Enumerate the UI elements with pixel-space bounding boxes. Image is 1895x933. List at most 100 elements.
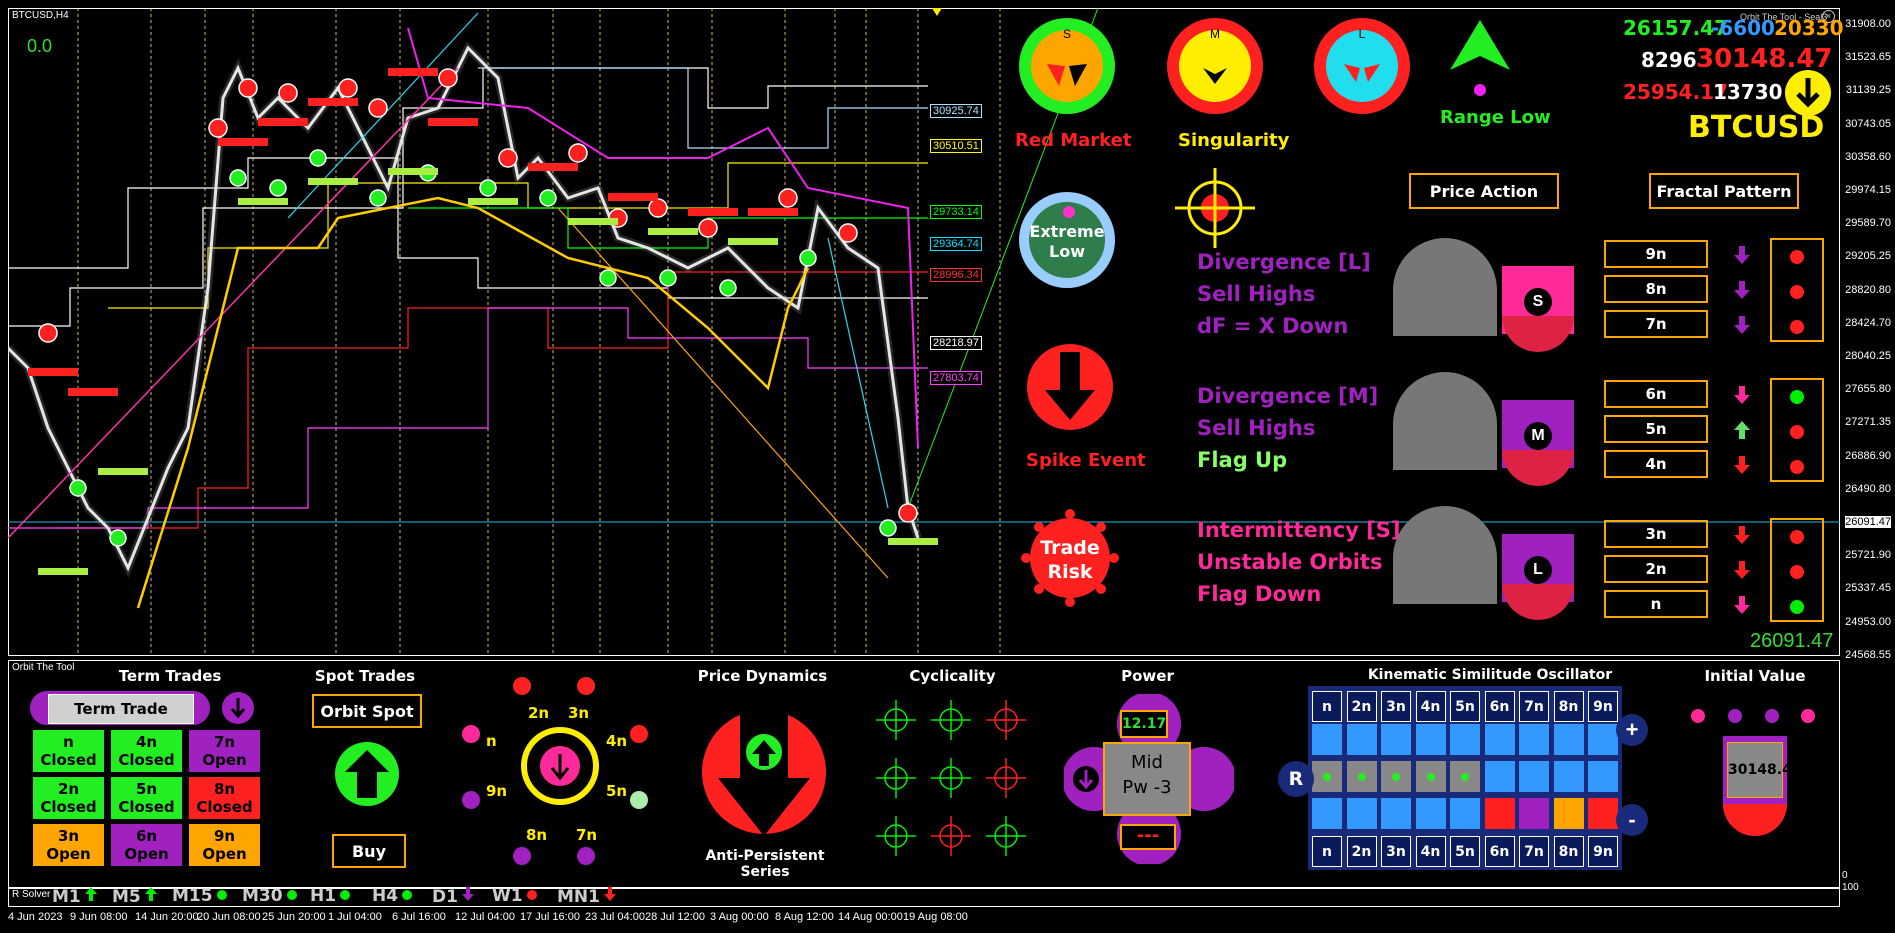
range-low-label: Range Low [1440,107,1551,128]
term-trade-tile[interactable]: n Closed [32,729,105,773]
signal-dot [1790,565,1804,579]
signal-dot [1790,425,1804,439]
term-trade-hold-button[interactable]: Term Trade [Hold] [48,694,194,746]
term-trade-tile[interactable]: 4n Closed [110,729,183,773]
kso-header-cell: 3n [1381,836,1411,867]
n-level-box[interactable]: 6n [1604,380,1708,408]
term-trade-tile[interactable]: 7n Open [188,729,261,773]
buy-marker [719,279,737,297]
kso-header-cell: 6n [1484,691,1515,722]
resistance-bar [608,193,658,201]
price-level-tag: 29364.74 [930,237,982,251]
timeframe-h4[interactable]: H4 [372,886,413,906]
sell-marker [38,323,58,343]
timeframe-m15[interactable]: M15 [172,886,228,906]
price-level-tag: 30510.51 [930,139,982,153]
price-axis-label: 26490.80 [1845,482,1891,495]
down-arrow-icon [1732,314,1752,341]
price-axis-label: 25721.90 [1845,549,1891,562]
date-axis-label: 6 Jul 16:00 [392,911,446,923]
timeframe-h1[interactable]: H1 [310,886,351,906]
timeframe-w1[interactable]: W1 [492,886,538,906]
kso-plus-button[interactable]: + [1616,714,1648,746]
sell-marker [278,83,298,103]
sub-panel-title: Orbit The Tool [12,662,75,673]
signal-dot [1790,600,1804,614]
orbit-spot-button[interactable]: Orbit Spot [312,694,422,728]
term-trade-tile[interactable]: 5n Closed [110,776,183,820]
term-trade-tile[interactable]: 9n Open [188,823,261,867]
n-level-box[interactable]: 7n [1604,310,1708,338]
kso-cell [1588,798,1618,829]
price-level-tag: 28996.34 [930,268,982,282]
buy-marker [229,169,247,187]
date-axis-label: 23 Jul 04:00 [585,911,645,923]
divergence-text: Unstable Orbits [1197,550,1383,574]
kso-cell [1519,798,1549,829]
spike-event-label: Spike Event [1026,450,1146,471]
up-arrow-icon [84,887,98,907]
term-trade-tile[interactable]: 3n Open [32,823,105,867]
buy-up-arrow-icon[interactable] [335,742,399,806]
kso-cell [1484,724,1515,755]
timeframe-m5[interactable]: M5 [112,886,158,907]
price-axis-label: 28424.70 [1845,316,1891,329]
n-level-box[interactable]: 3n [1604,520,1708,548]
buy-marker [539,189,557,207]
n-level-box[interactable]: 5n [1604,415,1708,443]
date-axis-label: 17 Jul 16:00 [520,911,580,923]
l-indicator-icon: L [1312,16,1412,121]
timeframe-m1[interactable]: M1 [52,886,98,907]
down-arrow-icon[interactable] [222,692,254,724]
symbol-title: BTCUSD,H4 [12,10,69,21]
support-bar [38,568,88,575]
n-level-box[interactable]: n [1604,590,1708,618]
resistance-bar [688,208,738,216]
buy-button[interactable]: Buy [332,834,406,868]
timeframe-m30[interactable]: M30 [242,886,298,906]
price-action-button[interactable]: Price Action [1409,173,1559,209]
term-trade-tile[interactable]: 2n Closed [32,776,105,820]
kso-title: Kinematic Similitude Oscillator [1367,667,1613,683]
timeframe-d1[interactable]: D1 [432,886,475,907]
signal-dot [1790,250,1804,264]
fractal-pattern-button[interactable]: Fractal Pattern [1649,173,1799,209]
timeframe-label: H1 [310,886,337,906]
timeframe-label: M30 [242,886,283,906]
status-dot-icon [339,886,351,906]
price-axis-label: 28040.25 [1845,350,1891,362]
price-axis-label: 24568.55 [1845,648,1891,661]
resistance-bar [308,98,358,106]
kso-minus-button[interactable]: - [1616,804,1648,836]
status-dot-icon [286,886,298,906]
kso-r-button[interactable]: R [1278,761,1314,797]
term-trade-tile[interactable]: 6n Open [110,823,183,867]
sell-marker [838,223,858,243]
kso-cell [1553,724,1584,755]
price-axis-label: 27271.35 [1845,416,1891,429]
orbit-label-3n: 3n [568,704,589,722]
n-level-box[interactable]: 8n [1604,275,1708,303]
n-level-box[interactable]: 9n [1604,240,1708,268]
term-trade-tile[interactable]: 8n Closed [188,776,261,820]
support-bar [728,238,778,245]
crosshair-icon [986,816,1026,856]
status-dot-icon [526,886,538,906]
n-level-box[interactable]: 2n [1604,555,1708,583]
timeframe-label: M15 [172,886,213,906]
timeframe-mn1[interactable]: MN1 [557,886,617,907]
price-axis-label: 27655.80 [1845,383,1891,396]
sub-axis-100: 100 [1842,882,1859,893]
kso-header-cell: 5n [1450,691,1480,722]
crosshair-icon [931,758,971,798]
kso-cell [1312,798,1342,829]
resistance-bar [258,118,308,126]
n-level-box[interactable]: 4n [1604,450,1708,478]
kso-cell [1588,724,1618,755]
price-dynamics-title: Price Dynamics [697,667,828,685]
orbit-wheel: 2n 3n 4n 5n 7n 8n 9n n [462,677,648,865]
price-axis-label: 31908.00 [1845,18,1891,30]
power-state-box: Mid Pw -3 [1103,742,1191,816]
resistance-bar [28,368,78,376]
power-pw: Pw -3 [1122,777,1172,798]
